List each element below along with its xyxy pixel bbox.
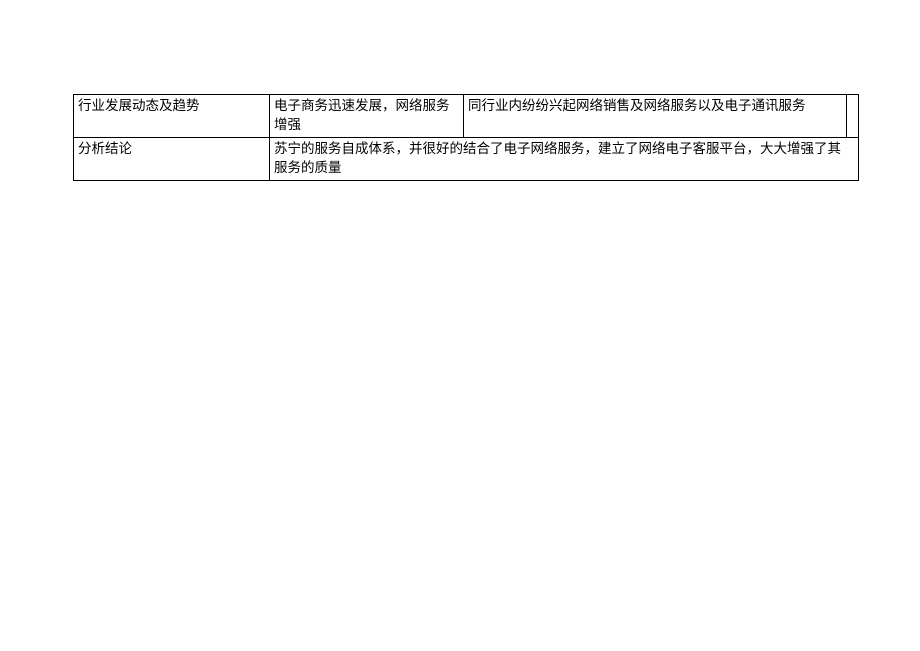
table-row: 分析结论 苏宁的服务自成体系，并很好的结合了电子网络服务，建立了网络电子客服平台… (74, 137, 859, 180)
row1-mid-cell: 电子商务迅速发展，网络服务增强 (270, 95, 464, 138)
row2-label-cell: 分析结论 (74, 137, 270, 180)
analysis-table: 行业发展动态及趋势 电子商务迅速发展，网络服务增强 同行业内纷纷兴起网络销售及网… (73, 94, 859, 181)
row1-label-cell: 行业发展动态及趋势 (74, 95, 270, 138)
table-row: 行业发展动态及趋势 电子商务迅速发展，网络服务增强 同行业内纷纷兴起网络销售及网… (74, 95, 859, 138)
row1-right-cell: 同行业内纷纷兴起网络销售及网络服务以及电子通讯服务 (464, 95, 847, 138)
row2-content-cell: 苏宁的服务自成体系，并很好的结合了电子网络服务，建立了网络电子客服平台，大大增强… (270, 137, 859, 180)
row1-extra-cell (847, 95, 859, 138)
data-table: 行业发展动态及趋势 电子商务迅速发展，网络服务增强 同行业内纷纷兴起网络销售及网… (73, 94, 859, 181)
